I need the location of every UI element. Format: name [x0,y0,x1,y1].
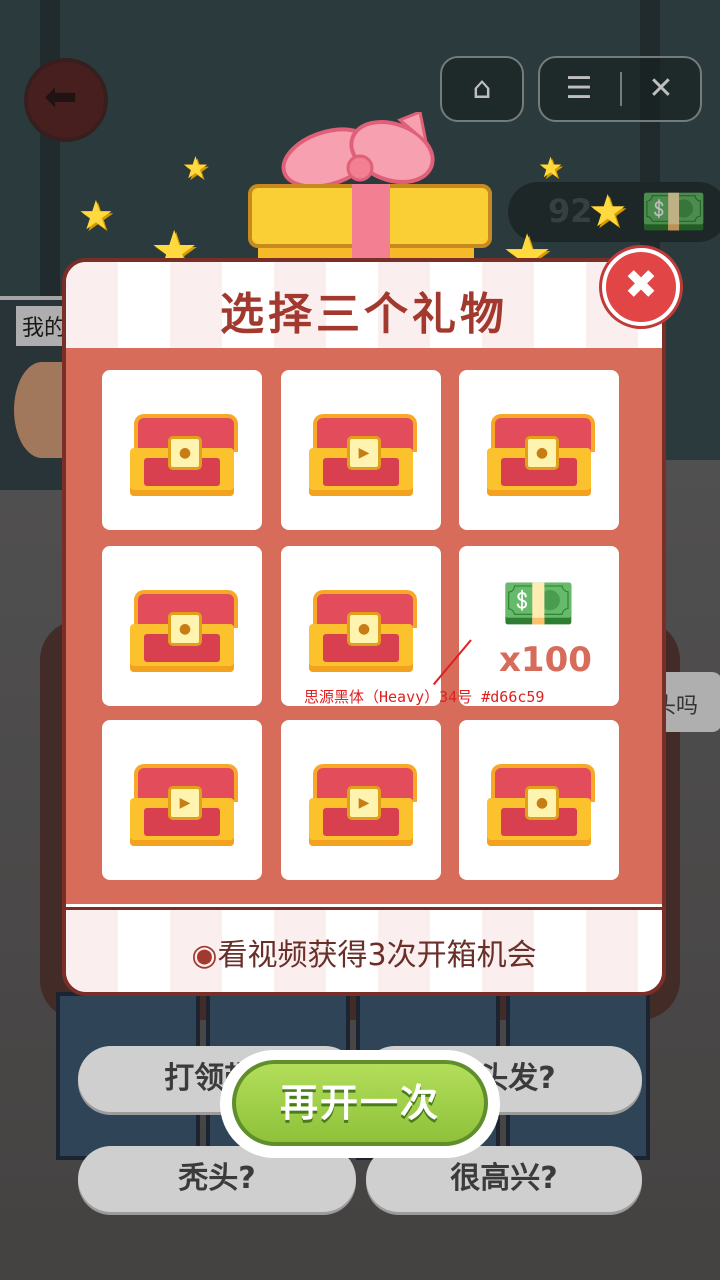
gift-bow-icon [281,112,435,189]
video-chance-label: 看视频获得3次开箱机会 [217,938,537,973]
star-icon: ★ [538,151,564,184]
open-again-label: 再开一次 [232,1060,488,1146]
chest-cell[interactable]: ▶ [102,720,262,880]
keyhole-icon: ● [168,436,202,470]
gift-dialog: 选择三个礼物 ● ▶ ● ● ● 💵 x100 ▶ ▶ ● ◉看视频获得3次开箱… [62,258,666,996]
video-chance-option[interactable]: ◉看视频获得3次开箱机会 [66,930,662,974]
chest-icon: ● [487,764,595,848]
chest-icon: ● [130,414,238,498]
reward-amount: x100 [499,640,592,680]
reward-cell: 💵 x100 [459,546,619,706]
video-play-icon: ▶ [168,786,202,820]
dialog-title: 选择三个礼物 [220,289,508,340]
chest-icon: ● [309,590,417,674]
star-icon: ★ [78,193,114,239]
chest-grid: ● ▶ ● ● ● 💵 x100 ▶ ▶ ● [66,348,662,904]
dialog-header: 选择三个礼物 [66,262,662,351]
chest-cell[interactable]: ● [102,546,262,706]
star-icon: ★ [182,151,209,186]
chest-cell[interactable]: ● [459,720,619,880]
close-icon: ✖ [624,262,658,308]
chest-cell[interactable]: ▶ [281,720,441,880]
design-annotation: 思源黑体（Heavy）34号 #d66c59 [304,688,545,706]
keyhole-icon: ● [525,436,559,470]
chest-icon: ▶ [309,414,417,498]
cash-icon: 💵 [501,569,576,639]
video-play-icon: ▶ [347,786,381,820]
open-again-button[interactable]: 再开一次 [220,1050,500,1158]
chest-cell[interactable]: ● [459,370,619,530]
radio-selected-icon: ◉ [191,938,218,973]
keyhole-icon: ● [347,612,381,646]
chest-cell[interactable]: ● [102,370,262,530]
close-dialog-button[interactable]: ✖ [602,248,680,326]
star-icon: ★ [588,186,628,237]
keyhole-icon: ● [168,612,202,646]
chest-icon: ● [130,590,238,674]
dialog-footer: ◉看视频获得3次开箱机会 [66,907,662,992]
chest-icon: ● [487,414,595,498]
chest-cell[interactable]: ● [281,546,441,706]
video-play-icon: ▶ [347,436,381,470]
keyhole-icon: ● [525,786,559,820]
chest-cell[interactable]: ▶ [281,370,441,530]
chest-icon: ▶ [309,764,417,848]
chest-icon: ▶ [130,764,238,848]
